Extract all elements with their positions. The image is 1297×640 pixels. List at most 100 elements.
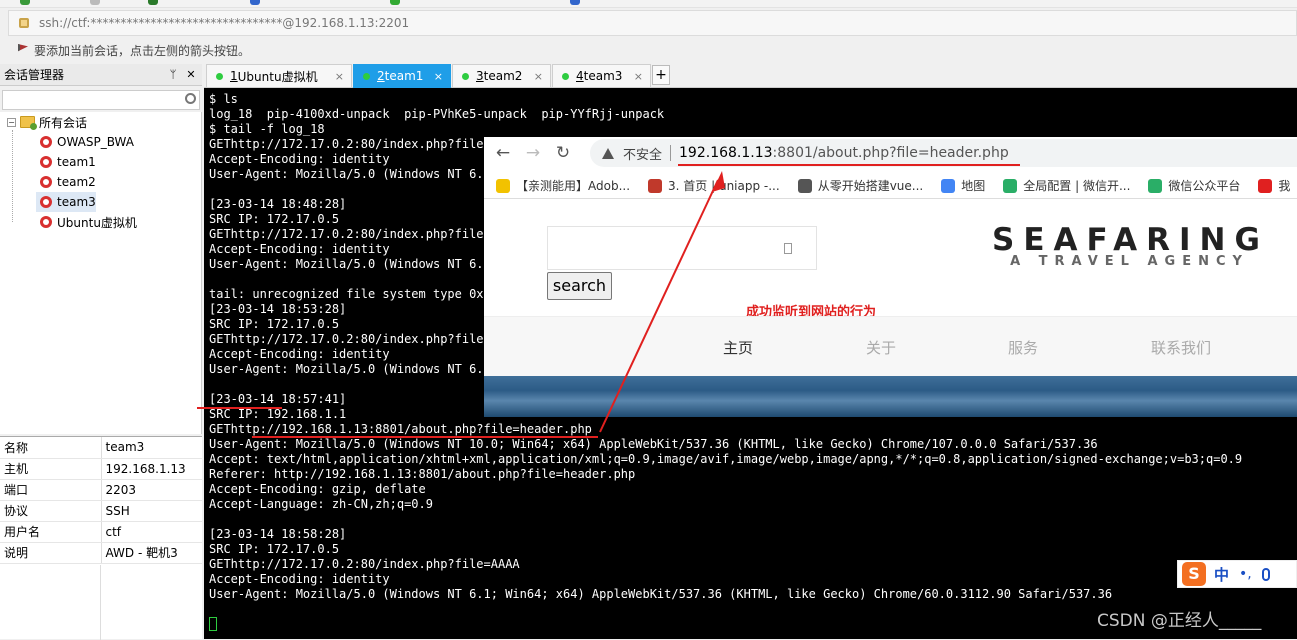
property-key: 端口 <box>0 479 102 501</box>
bookmark-icon <box>941 178 956 193</box>
property-row: 协议 SSH <box>0 500 202 522</box>
site-logo[interactable]: SEAFARING A TRAVEL AGENCY <box>992 222 1267 269</box>
close-icon[interactable]: ✕ <box>184 68 198 81</box>
search-input[interactable] <box>547 226 817 270</box>
property-key: 协议 <box>0 500 102 522</box>
reload-icon[interactable]: ↻ <box>552 143 574 163</box>
bookmark-label: 地图 <box>961 179 986 193</box>
url-path: :8801/about.php?file=header.php <box>772 145 1009 161</box>
property-key: 名称 <box>0 437 102 459</box>
bookmark-item[interactable]: 【亲测能用】Adob... <box>496 177 630 194</box>
session-icon <box>36 175 53 189</box>
bookmark-item[interactable]: 我 <box>1258 177 1290 194</box>
tab-number: 1 <box>230 69 238 83</box>
tree-item-label: team2 <box>57 175 96 189</box>
bookmark-item[interactable]: 微信公众平台 <box>1148 177 1240 194</box>
not-secure-label[interactable]: 不安全 <box>623 144 662 163</box>
close-tab-icon[interactable]: × <box>335 70 344 83</box>
property-row: 用户名 ctf <box>0 521 202 543</box>
ime-toolbar[interactable]: S 中 •, <box>1177 560 1297 588</box>
toolbar-icon[interactable] <box>90 0 100 5</box>
session-address-bar[interactable]: ssh://ctf:******************************… <box>8 10 1297 36</box>
property-row: 名称 team3 <box>0 437 202 459</box>
tree-item-label: OWASP_BWA <box>57 135 134 149</box>
bookmark-item[interactable]: 地图 <box>941 177 985 194</box>
tab-label: Ubuntu虚拟机 <box>237 69 318 84</box>
main-toolbar <box>0 0 1297 8</box>
property-value: 192.168.1.13 <box>101 458 202 480</box>
tab-team3[interactable]: 4 team3 × <box>552 64 651 88</box>
tab-team1[interactable]: 2 team1 × <box>353 64 451 88</box>
column-divider <box>100 565 101 640</box>
menu-item-services[interactable]: 服务 <box>1008 337 1038 358</box>
session-icon <box>36 155 53 169</box>
watermark: CSDN @正经人_____ <box>1097 611 1262 631</box>
tree-root[interactable]: − 所有会话 <box>7 112 87 132</box>
pin-icon[interactable]: ᛘ <box>166 68 180 81</box>
search-button[interactable]: search <box>547 272 612 300</box>
bookmark-icon <box>648 178 663 193</box>
warning-icon <box>602 147 614 159</box>
url-separator <box>670 145 672 161</box>
tree-item-ubuntu-vm[interactable]: Ubuntu虚拟机 <box>36 212 137 232</box>
tree-item-team3[interactable]: team3 <box>36 192 96 212</box>
bookmark-label: 从零开始搭建vue... <box>817 179 924 193</box>
bookmark-label: 3. 首页 | uniapp -... <box>668 179 780 193</box>
tree-item-label: Ubuntu虚拟机 <box>57 215 137 230</box>
bookmark-icon <box>1148 178 1163 193</box>
tree-root-label: 所有会话 <box>39 115 88 130</box>
tree-guide <box>12 130 13 222</box>
bookmark-item[interactable]: 全局配置 | 微信开... <box>1003 177 1130 194</box>
tree-item-team2[interactable]: team2 <box>36 172 96 192</box>
browser-url-bar[interactable]: 不安全 192.168.1.13:8801/about.php?file=hea… <box>590 139 1297 167</box>
menu-item-contact[interactable]: 联系我们 <box>1151 337 1211 358</box>
url-host: 192.168.1.13 <box>679 145 773 161</box>
sogou-logo-icon[interactable]: S <box>1182 562 1206 586</box>
ime-language[interactable]: 中 <box>1214 564 1229 585</box>
lock-icon <box>19 18 29 28</box>
microphone-icon[interactable] <box>1261 567 1270 581</box>
close-tab-icon[interactable]: × <box>434 70 443 83</box>
menu-item-home[interactable]: 主页 <box>723 337 753 358</box>
toolbar-icon[interactable] <box>20 0 30 5</box>
session-icon <box>36 215 53 229</box>
close-tab-icon[interactable]: × <box>634 70 643 83</box>
tab-ubuntu-vm[interactable]: 1 Ubuntu虚拟机 × <box>206 64 352 88</box>
tab-bar: 1 Ubuntu虚拟机 × 2 team1 × 3 team2 × 4 team… <box>204 62 1297 88</box>
back-icon[interactable]: ← <box>492 143 514 163</box>
tree-item-label: team3 <box>57 195 96 209</box>
menu-item-about[interactable]: 关于 <box>866 337 896 358</box>
status-dot <box>562 72 569 80</box>
session-search-input[interactable] <box>2 90 200 110</box>
bookmark-label: 我 <box>1278 179 1291 193</box>
property-value: 2203 <box>101 479 202 501</box>
session-manager-title: 会话管理器 <box>4 68 65 82</box>
tab-number: 2 <box>377 69 385 83</box>
status-dot <box>462 72 469 80</box>
collapse-icon[interactable]: − <box>7 117 16 127</box>
toolbar-icon[interactable] <box>148 0 158 5</box>
tree-item-team1[interactable]: team1 <box>36 152 96 172</box>
url-text[interactable]: 192.168.1.13:8801/about.php?file=header.… <box>679 145 1009 161</box>
search-icon[interactable] <box>185 93 196 104</box>
logo-title: SEAFARING <box>992 222 1269 258</box>
forward-icon[interactable]: → <box>522 143 544 163</box>
property-row: 主机 192.168.1.13 <box>0 458 202 480</box>
tab-team2[interactable]: 3 team2 × <box>452 64 551 88</box>
toolbar-icon[interactable] <box>570 0 580 5</box>
new-tab-button[interactable]: + <box>652 65 670 85</box>
bookmark-item[interactable]: 3. 首页 | uniapp -... <box>648 177 780 194</box>
bookmark-item[interactable]: 从零开始搭建vue... <box>797 177 924 194</box>
property-key: 主机 <box>0 458 102 480</box>
terminal-cursor <box>209 617 217 631</box>
toolbar-icon[interactable] <box>250 0 260 5</box>
ime-punctuation[interactable]: •, <box>1239 566 1252 582</box>
flag-icon[interactable] <box>18 44 28 52</box>
status-dot <box>216 72 223 80</box>
missing-glyph-icon <box>784 243 792 254</box>
toolbar-icon[interactable] <box>390 0 400 5</box>
close-tab-icon[interactable]: × <box>534 70 543 83</box>
tree-item-owasp-bwa[interactable]: OWASP_BWA <box>36 132 134 152</box>
hint-text: 要添加当前会话，点击左侧的箭头按钮。 <box>34 43 251 58</box>
session-icon <box>36 135 53 149</box>
